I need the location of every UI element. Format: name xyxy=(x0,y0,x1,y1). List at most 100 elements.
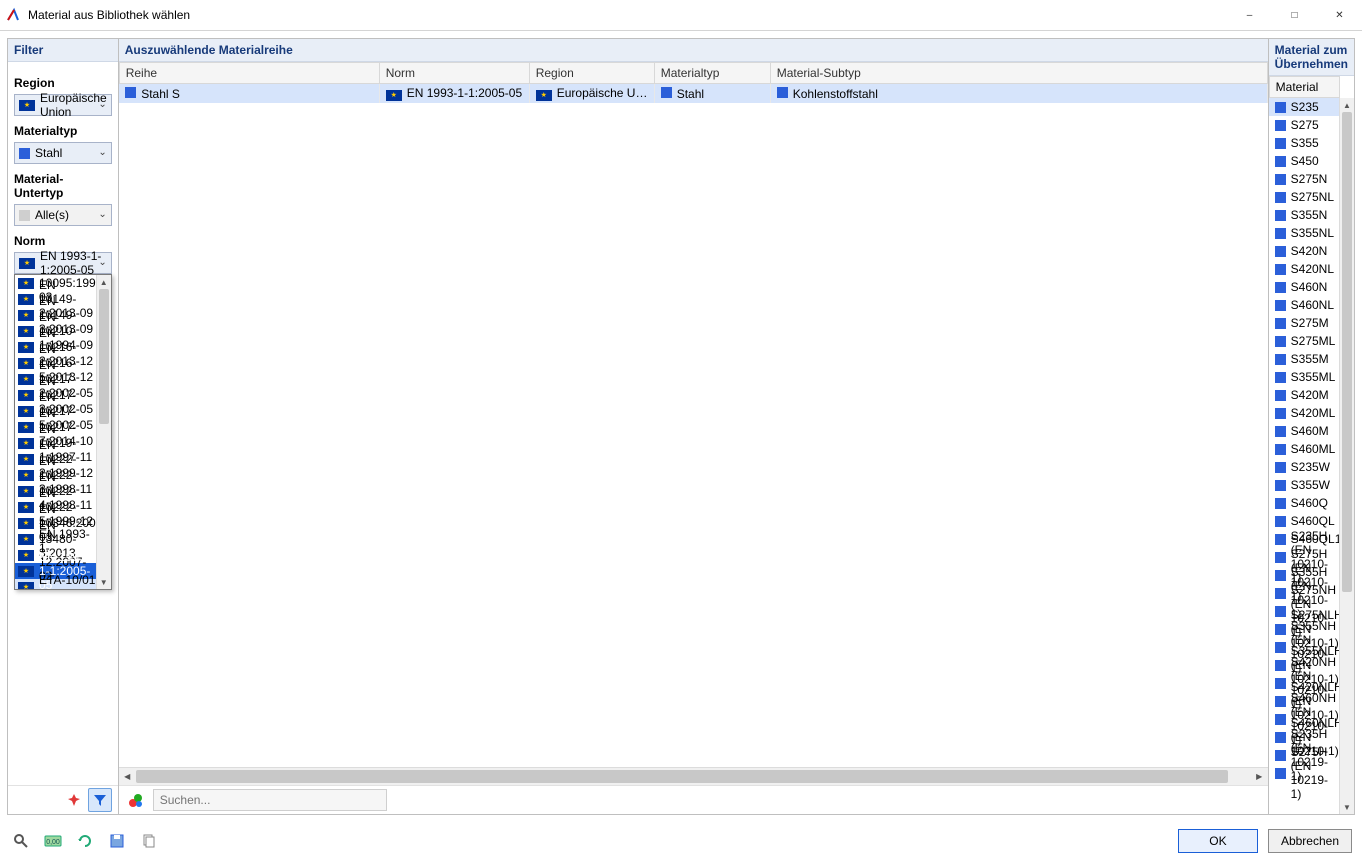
h-scrollbar[interactable]: ◀ ▶ xyxy=(119,767,1268,785)
region-value: Europäische Union xyxy=(40,91,107,119)
maximize-button[interactable]: □ xyxy=(1272,0,1317,30)
material-row[interactable]: S355NL xyxy=(1269,224,1340,242)
material-row[interactable]: S275N xyxy=(1269,170,1340,188)
material-row[interactable]: S275 xyxy=(1269,116,1340,134)
close-button[interactable]: ✕ xyxy=(1317,0,1362,30)
scroll-down-icon[interactable]: ▼ xyxy=(1340,800,1354,814)
chevron-down-icon: ⌄ xyxy=(98,147,106,158)
save-icon[interactable] xyxy=(106,830,128,852)
material-row[interactable]: S450 xyxy=(1269,152,1340,170)
scroll-up-icon[interactable]: ▲ xyxy=(97,275,111,289)
material-row[interactable]: S420ML xyxy=(1269,404,1340,422)
eu-flag-icon: ★ xyxy=(18,502,34,513)
material-row[interactable]: S460ML xyxy=(1269,440,1340,458)
material-row[interactable]: S275ML xyxy=(1269,332,1340,350)
steel-icon xyxy=(1275,228,1286,239)
scroll-thumb[interactable] xyxy=(1342,112,1352,592)
scroll-right-icon[interactable]: ▶ xyxy=(1251,768,1268,785)
material-row[interactable]: S420M xyxy=(1269,386,1340,404)
eu-flag-icon: ★ xyxy=(18,534,34,545)
info-icon[interactable] xyxy=(125,789,147,811)
material-row[interactable]: S355M xyxy=(1269,350,1340,368)
pin-icon[interactable] xyxy=(62,788,86,812)
steel-icon xyxy=(1275,660,1286,671)
chevron-down-icon: ⌄ xyxy=(98,99,106,110)
steel-icon xyxy=(1275,102,1286,113)
norm-list-scrollbar[interactable]: ▲ ▼ xyxy=(96,275,111,589)
col-reihe[interactable]: Reihe xyxy=(119,63,379,84)
scroll-left-icon[interactable]: ◀ xyxy=(119,768,136,785)
steel-icon xyxy=(1275,120,1286,131)
col-region[interactable]: Region xyxy=(529,63,654,84)
cell-norm: EN 1993-1-1:2005-05 xyxy=(407,86,522,100)
search-input[interactable] xyxy=(153,789,387,811)
col-subtyp[interactable]: Material-Subtyp xyxy=(770,63,1267,84)
col-norm[interactable]: Norm xyxy=(379,63,529,84)
copy-icon[interactable] xyxy=(138,830,160,852)
material-row[interactable]: S460M xyxy=(1269,422,1340,440)
steel-icon xyxy=(1275,498,1286,509)
cell-materialtyp: Stahl xyxy=(677,87,704,101)
scroll-up-icon[interactable]: ▲ xyxy=(1340,98,1354,112)
material-row[interactable]: S460N xyxy=(1269,278,1340,296)
steel-icon xyxy=(1275,552,1286,563)
material-row[interactable]: S420NL xyxy=(1269,260,1340,278)
minimize-button[interactable]: – xyxy=(1227,0,1272,30)
material-row[interactable]: S460QL xyxy=(1269,512,1340,530)
material-row[interactable]: S275H (EN 10219-1) xyxy=(1269,764,1340,782)
steel-icon xyxy=(1275,606,1286,617)
cell-subtyp: Kohlenstoffstahl xyxy=(793,87,878,101)
decimal-icon[interactable]: 0,00 xyxy=(42,830,64,852)
norm-option[interactable]: ★ETA-10/0156 (ArcelorMittal) xyxy=(15,579,97,589)
eu-flag-icon: ★ xyxy=(18,518,34,529)
material-label: S355NL xyxy=(1291,226,1334,240)
ok-button[interactable]: OK xyxy=(1178,829,1258,853)
material-scrollbar[interactable]: ▲ ▼ xyxy=(1339,98,1354,814)
untertyp-combo[interactable]: Alle(s) ⌄ xyxy=(14,204,112,226)
series-row[interactable]: Stahl S ★EN 1993-1-1:2005-05 ★Europäisch… xyxy=(119,84,1267,104)
material-row[interactable]: S355W xyxy=(1269,476,1340,494)
material-label: S460Q xyxy=(1291,496,1328,510)
steel-icon xyxy=(1275,732,1286,743)
cell-reihe: Stahl S xyxy=(141,87,180,101)
material-row[interactable]: S460Q xyxy=(1269,494,1340,512)
material-row[interactable]: S275NL xyxy=(1269,188,1340,206)
norm-label: Norm xyxy=(14,234,112,248)
magnifier-icon[interactable] xyxy=(10,830,32,852)
scroll-down-icon[interactable]: ▼ xyxy=(97,575,111,589)
material-label: S460NL xyxy=(1291,298,1334,312)
materialtyp-combo[interactable]: Stahl ⌄ xyxy=(14,142,112,164)
norm-dropdown-list[interactable]: ★EN 10095:1999-03★EN 10149-2:2013-09★EN … xyxy=(14,274,112,590)
material-label: S420NL xyxy=(1291,262,1334,276)
material-label: S355W xyxy=(1291,478,1330,492)
region-combo[interactable]: ★ Europäische Union ⌄ xyxy=(14,94,112,116)
material-label: S275M xyxy=(1291,316,1329,330)
steel-icon xyxy=(777,87,788,98)
steel-icon xyxy=(1275,264,1286,275)
col-materialtyp[interactable]: Materialtyp xyxy=(654,63,770,84)
steel-icon xyxy=(1275,480,1286,491)
material-row[interactable]: S460NL xyxy=(1269,296,1340,314)
funnel-filter-icon[interactable] xyxy=(88,788,112,812)
all-icon xyxy=(19,210,30,221)
material-row[interactable]: S420N xyxy=(1269,242,1340,260)
material-row[interactable]: S355N xyxy=(1269,206,1340,224)
col-material[interactable]: Material xyxy=(1269,76,1340,98)
material-row[interactable]: S355 xyxy=(1269,134,1340,152)
steel-icon xyxy=(1275,588,1286,599)
eu-flag-icon: ★ xyxy=(18,278,34,289)
norm-combo[interactable]: ★ EN 1993-1-1:2005-05 ⌄ xyxy=(14,252,112,274)
material-row[interactable]: S235 xyxy=(1269,98,1340,116)
material-row[interactable]: S355ML xyxy=(1269,368,1340,386)
cancel-button[interactable]: Abbrechen xyxy=(1268,829,1352,853)
material-row[interactable]: S235W xyxy=(1269,458,1340,476)
steel-icon xyxy=(1275,210,1286,221)
material-label: S420ML xyxy=(1291,406,1336,420)
steel-icon xyxy=(1275,372,1286,383)
series-table[interactable]: Reihe Norm Region Materialtyp Material-S… xyxy=(119,62,1268,103)
material-row[interactable]: S275M xyxy=(1269,314,1340,332)
steel-icon xyxy=(1275,462,1286,473)
refresh-icon[interactable] xyxy=(74,830,96,852)
scroll-thumb[interactable] xyxy=(136,770,1229,783)
scroll-thumb[interactable] xyxy=(99,289,109,424)
